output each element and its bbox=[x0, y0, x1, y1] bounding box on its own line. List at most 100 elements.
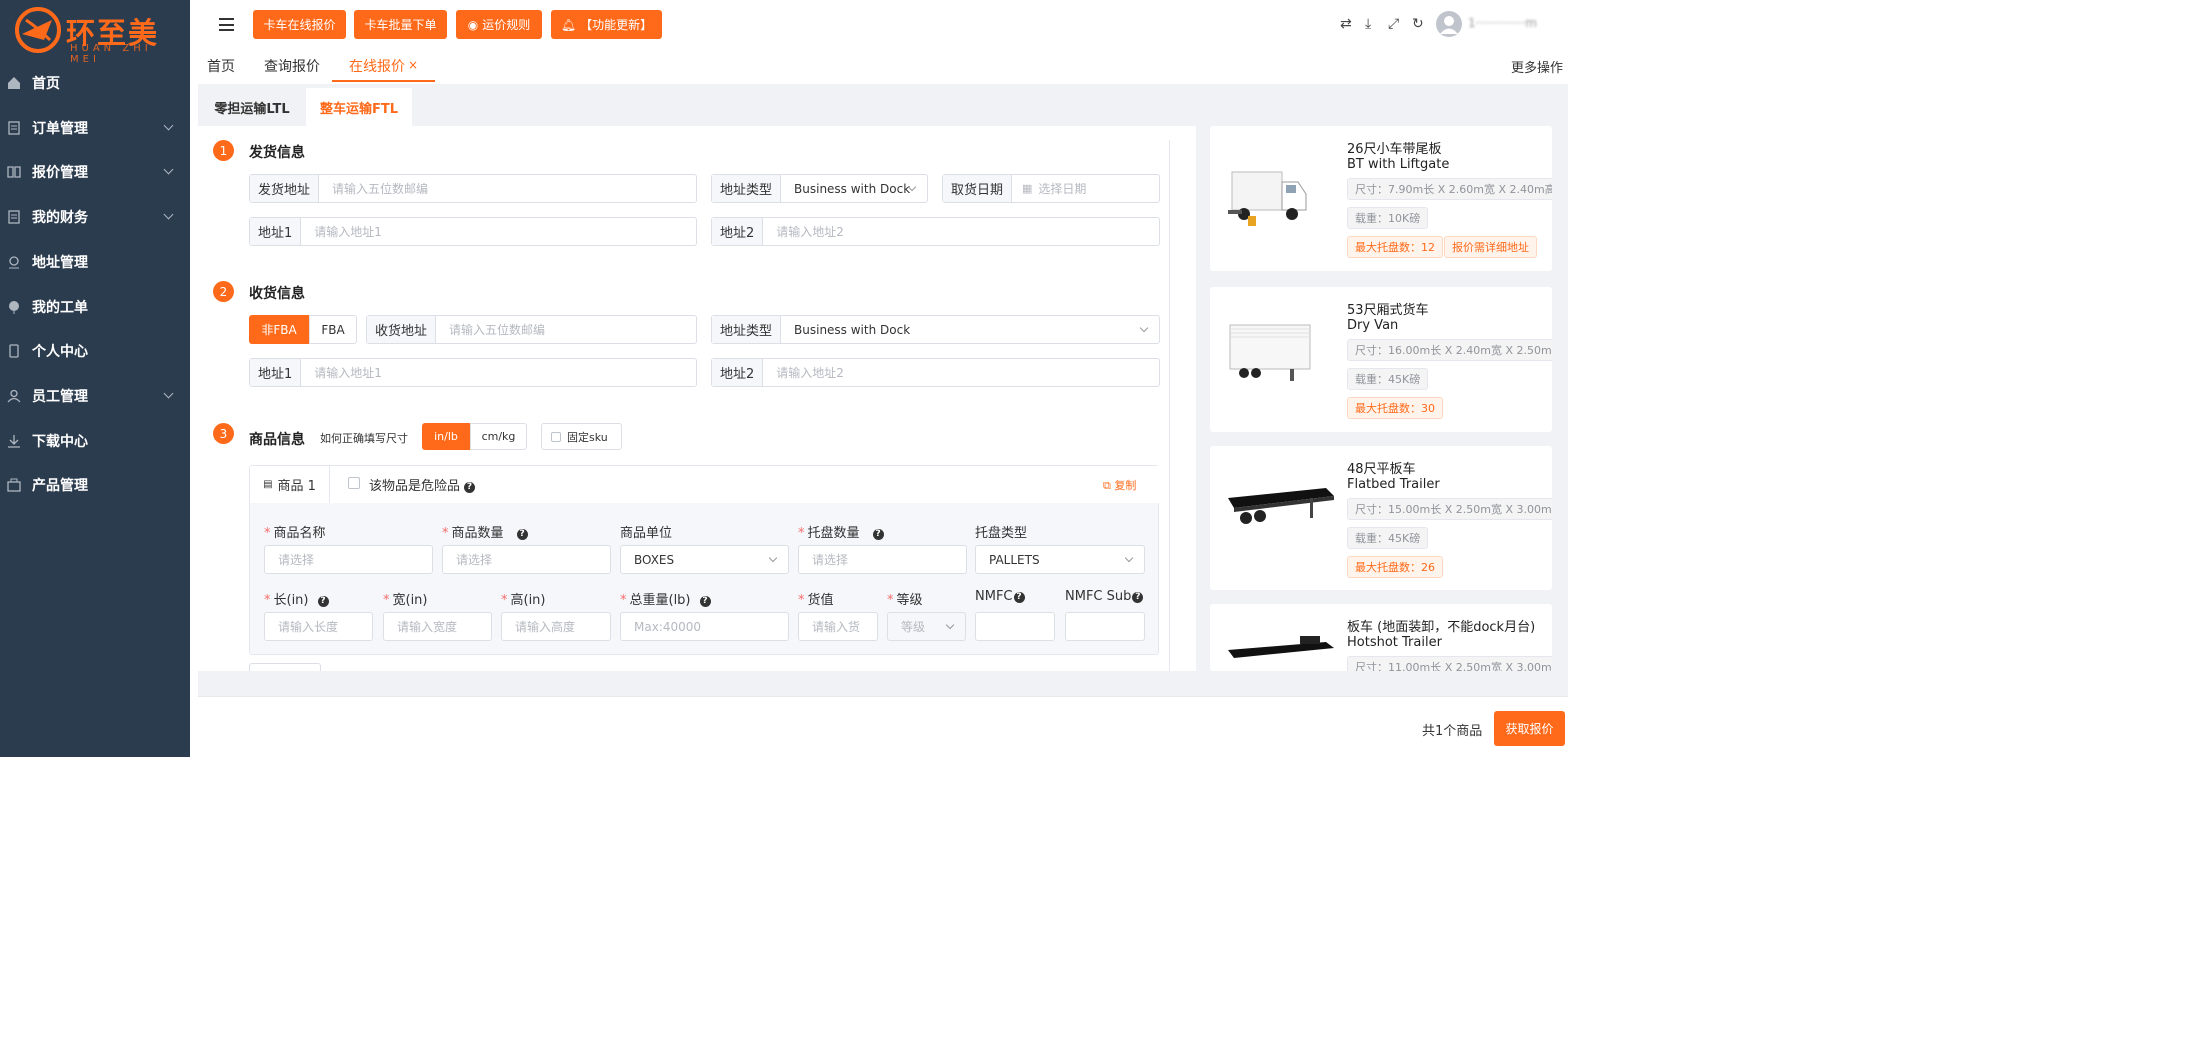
truck-card[interactable]: 53尺厢式货车 Dry Van 尺寸：16.00m长 X 2.40m宽 X 2.50… bbox=[1210, 287, 1552, 432]
brand-logo[interactable]: 环至美 HUAN ZHI MEI bbox=[14, 6, 184, 65]
goods-field-input[interactable]: 请选择 bbox=[442, 545, 611, 574]
item-tab-1[interactable]: ▤ 商品 1 bbox=[250, 466, 330, 503]
help-icon[interactable]: ? bbox=[1013, 592, 1025, 603]
size-help-link[interactable]: 如何正确填写尺寸 bbox=[320, 430, 408, 446]
menu-toggle-icon[interactable] bbox=[219, 18, 234, 31]
ship-address-input[interactable]: 请输入五位数邮编 bbox=[319, 180, 428, 197]
rate-rules-button[interactable]: ◉ 运价规则 bbox=[456, 10, 542, 39]
pickup-date-field[interactable]: 取货日期 ▦ 选择日期 bbox=[942, 174, 1160, 203]
goods-field-input[interactable] bbox=[1065, 612, 1145, 641]
ship-address2-field[interactable]: 地址2 请输入地址2 bbox=[711, 217, 1160, 246]
refresh-icon[interactable]: ↻ bbox=[1412, 16, 1424, 32]
checkbox-icon[interactable] bbox=[551, 431, 561, 442]
goods-field-input[interactable]: 请输入长度 bbox=[264, 612, 373, 641]
sidebar-item-6[interactable]: 个人中心 bbox=[0, 329, 190, 373]
truck-card[interactable]: 48尺平板车 Flatbed Trailer 尺寸：15.00m长 X 2.50m宽… bbox=[1210, 446, 1552, 590]
recv-address-input[interactable]: 请输入五位数邮编 bbox=[436, 321, 545, 338]
fba-toggle[interactable]: FBA bbox=[309, 315, 357, 344]
help-icon[interactable]: ? bbox=[1132, 592, 1144, 603]
fullscreen-icon[interactable]: ⤢ bbox=[1388, 16, 1399, 32]
sidebar-item-3[interactable]: 我的财务 bbox=[0, 195, 190, 239]
goods-field-input[interactable]: 请选择 bbox=[798, 545, 967, 574]
tab-home[interactable]: 首页 bbox=[207, 56, 235, 76]
sidebar-item-4[interactable]: 地址管理 bbox=[0, 240, 190, 284]
ship-address2-input[interactable]: 请输入地址2 bbox=[763, 223, 844, 240]
recv-address-type-select[interactable]: 地址类型 Business with Dock bbox=[711, 315, 1160, 344]
field-label-text: 托盘数量 bbox=[807, 526, 860, 541]
sidebar-item-label: 产品管理 bbox=[32, 478, 88, 494]
translate-icon[interactable]: ⇄ bbox=[1340, 16, 1352, 32]
fixed-sku-checkbox[interactable]: 固定sku bbox=[541, 423, 622, 450]
truck-batch-order-button[interactable]: 卡车批量下单 bbox=[354, 10, 447, 39]
truck-card[interactable]: 26尺小车带尾板 BT with Liftgate 尺寸：7.90m长 X 2.60… bbox=[1210, 126, 1552, 271]
goods-field-input[interactable]: 请选择 bbox=[264, 545, 433, 574]
help-icon[interactable]: ? bbox=[516, 529, 528, 540]
sidebar-item-0[interactable]: 首页 bbox=[0, 61, 190, 105]
active-tab-underline bbox=[332, 80, 435, 82]
add-item-button[interactable] bbox=[249, 663, 321, 671]
goods-field-input[interactable]: 等级 bbox=[887, 612, 966, 641]
recv-address1-field[interactable]: 地址1 请输入地址1 bbox=[249, 358, 697, 387]
goods-field-input[interactable]: 请输入宽度 bbox=[383, 612, 492, 641]
item-count: 共1个商品 bbox=[1422, 724, 1483, 739]
subtab-ltl[interactable]: 零担运输LTL bbox=[198, 88, 306, 126]
tab-query-quote[interactable]: 查询报价 bbox=[264, 56, 320, 76]
truck-online-quote-button[interactable]: 卡车在线报价 bbox=[253, 10, 346, 39]
recv-address2-field[interactable]: 地址2 请输入地址2 bbox=[711, 358, 1160, 387]
sidebar-item-label: 员工管理 bbox=[32, 389, 88, 405]
ship-address1-field[interactable]: 地址1 请输入地址1 bbox=[249, 217, 697, 246]
tab-online-quote[interactable]: 在线报价 bbox=[349, 56, 405, 76]
sidebar: 环至美 HUAN ZHI MEI 首页订单管理 报价管理 我的财务 地址管理 我的工单个… bbox=[0, 0, 190, 757]
sidebar-item-9[interactable]: 产品管理 bbox=[0, 463, 190, 507]
unit-cmkg-toggle[interactable]: cm/kg bbox=[470, 423, 527, 450]
goods-field-input[interactable]: PALLETS bbox=[975, 545, 1145, 574]
help-icon[interactable]: ? bbox=[699, 596, 711, 607]
recv-address2-input[interactable]: 请输入地址2 bbox=[763, 364, 844, 381]
feature-update-button[interactable]: 🔔︎ 【功能更新】 bbox=[551, 10, 662, 39]
goods-field-input[interactable]: BOXES bbox=[620, 545, 789, 574]
non-fba-toggle[interactable]: 非FBA bbox=[249, 315, 309, 344]
step-1-badge: 1 bbox=[213, 140, 234, 161]
recv-address-field[interactable]: 收货地址 请输入五位数邮编 bbox=[366, 315, 697, 344]
pickup-date-input[interactable]: 选择日期 bbox=[1032, 180, 1086, 197]
ship-address1-input[interactable]: 请输入地址1 bbox=[301, 223, 382, 240]
ship-address1-label: 地址1 bbox=[250, 218, 302, 245]
user-avatar-icon bbox=[1440, 16, 1458, 34]
field-label-text: 总重量(lb) bbox=[629, 593, 691, 608]
field-label-text: 托盘类型 bbox=[975, 526, 1028, 541]
help-icon[interactable]: ? bbox=[464, 482, 476, 493]
more-actions-button[interactable]: 更多操作 bbox=[1511, 57, 1563, 76]
sidebar-item-8[interactable]: 下载中心 bbox=[0, 419, 190, 463]
sidebar-item-5[interactable]: 我的工单 bbox=[0, 285, 190, 329]
goods-field-input[interactable]: 请输入货 bbox=[798, 612, 878, 641]
chevron-down-icon bbox=[1124, 553, 1134, 563]
get-quote-button[interactable]: 获取报价 bbox=[1494, 711, 1565, 746]
subtab-ftl[interactable]: 整车运输FTL bbox=[306, 88, 412, 126]
truck-card[interactable]: 板车 (地面装卸，不能dock月台) Hotshot Trailer 尺寸：11.0… bbox=[1210, 604, 1552, 671]
goods-field-input[interactable] bbox=[975, 612, 1055, 641]
goods-field-input[interactable]: Max:40000 bbox=[620, 612, 789, 641]
download-icon[interactable]: ⤓ bbox=[1365, 16, 1371, 32]
help-icon[interactable]: ? bbox=[872, 529, 884, 540]
copy-button[interactable]: ⧉ 复制 bbox=[1103, 477, 1136, 493]
avatar[interactable] bbox=[1436, 11, 1462, 37]
ship-type-label: 地址类型 bbox=[712, 175, 782, 202]
ship-address-type-select[interactable]: 地址类型 Business with Dock bbox=[711, 174, 928, 203]
sidebar-item-1[interactable]: 订单管理 bbox=[0, 106, 190, 150]
close-tab-icon[interactable]: × bbox=[408, 58, 418, 72]
sidebar-item-label: 首页 bbox=[32, 76, 60, 92]
truck-extra-tag: 报价需详细地址 bbox=[1444, 236, 1537, 258]
goods-field-input[interactable]: 请输入高度 bbox=[501, 612, 611, 641]
clipboard-icon: ▤ bbox=[263, 479, 273, 490]
truck-pallets-tag: 最大托盘数：30 bbox=[1347, 397, 1443, 419]
goods-field-label: * 商品名称 bbox=[264, 522, 326, 541]
unit-inlb-toggle[interactable]: in/lb bbox=[422, 423, 470, 450]
sidebar-item-7[interactable]: 员工管理 bbox=[0, 374, 190, 418]
recv-address1-input[interactable]: 请输入地址1 bbox=[301, 364, 382, 381]
user-name[interactable]: 1·············m bbox=[1468, 16, 1537, 30]
dangerous-checkbox[interactable] bbox=[348, 477, 360, 489]
input-placeholder: 请输入货 bbox=[812, 620, 861, 634]
sidebar-item-2[interactable]: 报价管理 bbox=[0, 150, 190, 194]
ship-address-field[interactable]: 发货地址 请输入五位数邮编 bbox=[249, 174, 697, 203]
help-icon[interactable]: ? bbox=[317, 596, 329, 607]
